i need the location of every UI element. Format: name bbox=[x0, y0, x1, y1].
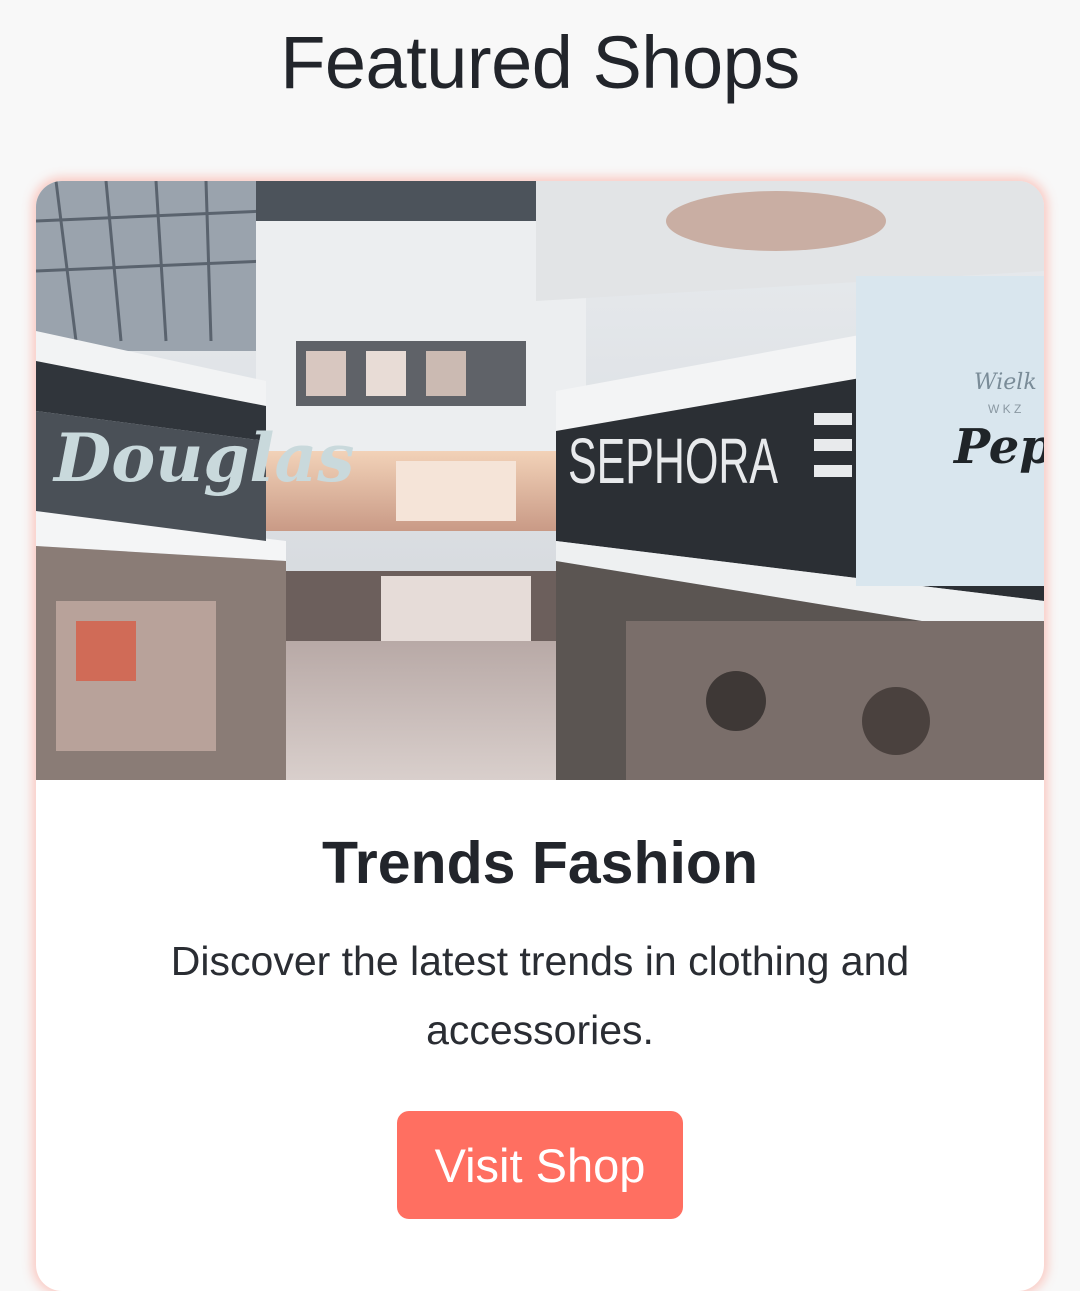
shop-card: Douglas SEPHORA Wielk W K Z Pep Trends F… bbox=[36, 181, 1044, 1291]
shop-image: Douglas SEPHORA Wielk W K Z Pep bbox=[36, 181, 1044, 780]
shop-title: Trends Fashion bbox=[321, 830, 759, 896]
wkz-sign: W K Z bbox=[988, 402, 1021, 416]
douglas-sign: Douglas bbox=[52, 419, 354, 497]
wielk-sign: Wielk bbox=[974, 370, 1037, 395]
mall-interior-photo: Douglas SEPHORA Wielk W K Z Pep bbox=[36, 181, 1044, 780]
pep-sign: Pep bbox=[952, 419, 1044, 475]
shop-description: Discover the latest trends in clothing a… bbox=[170, 938, 910, 1053]
page-title: Featured Shops bbox=[280, 21, 800, 104]
visit-shop-button[interactable]: Visit Shop bbox=[397, 1111, 683, 1219]
sephora-sign: SEPHORA bbox=[568, 425, 778, 497]
